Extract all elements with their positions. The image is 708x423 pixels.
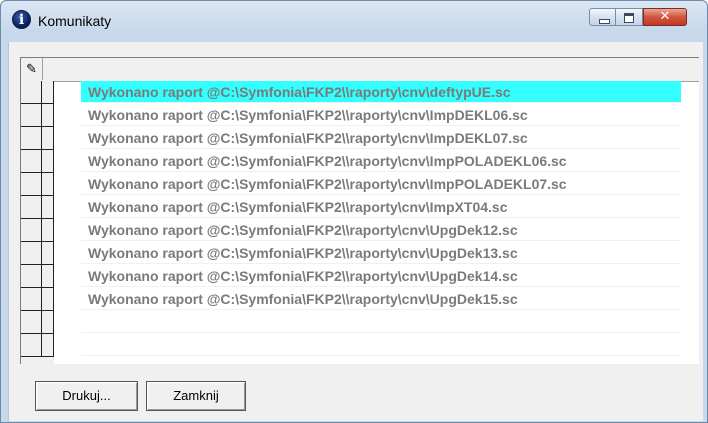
print-button[interactable]: Drukuj...: [35, 381, 138, 411]
close-button[interactable]: Zamknij: [146, 381, 246, 411]
indicator-divider: [41, 127, 42, 150]
row-indicator[interactable]: [21, 81, 54, 104]
maximize-icon: [624, 13, 634, 23]
indicator-divider: [41, 173, 42, 196]
table-row[interactable]: Wykonano raport @C:\Symfonia\FKP2\\rapor…: [81, 150, 681, 172]
indicator-divider: [41, 81, 42, 104]
row-indicator[interactable]: [21, 104, 54, 127]
minimize-button[interactable]: [589, 8, 616, 26]
table-row[interactable]: Wykonano raport @C:\Symfonia\FKP2\\rapor…: [81, 196, 681, 218]
minimize-icon: [599, 19, 610, 24]
row-indicator[interactable]: [21, 196, 54, 219]
table-row[interactable]: Wykonano raport @C:\Symfonia\FKP2\\rapor…: [81, 104, 681, 126]
indicator-divider: [41, 242, 42, 265]
row-indicator[interactable]: [21, 334, 54, 357]
table-row[interactable]: Wykonano raport @C:\Symfonia\FKP2\\rapor…: [81, 219, 681, 241]
row-indicator[interactable]: [21, 288, 54, 311]
messages-grid[interactable]: ✎ Wykonano raport @C:\Symfonia\FKP2\\rap…: [20, 57, 699, 364]
indicator-divider: [41, 334, 42, 357]
table-row[interactable]: Wykonano raport @C:\Symfonia\FKP2\\rapor…: [81, 127, 681, 149]
print-button-label: Drukuj...: [62, 388, 111, 403]
close-button-label: Zamknij: [173, 388, 219, 403]
indicator-divider: [41, 219, 42, 242]
table-row[interactable]: Wykonano raport @C:\Symfonia\FKP2\\rapor…: [81, 288, 681, 310]
row-indicator-column: [21, 81, 54, 364]
row-indicator[interactable]: [21, 173, 54, 196]
row-indicator[interactable]: [21, 242, 54, 265]
indicator-divider: [41, 104, 42, 127]
table-row[interactable]: [81, 311, 681, 333]
indicator-divider: [41, 150, 42, 173]
table-row[interactable]: Wykonano raport @C:\Symfonia\FKP2\\rapor…: [81, 173, 681, 195]
maximize-button[interactable]: [616, 8, 643, 26]
table-row[interactable]: Wykonano raport @C:\Symfonia\FKP2\\rapor…: [81, 242, 681, 264]
indicator-divider: [41, 311, 42, 334]
indicator-divider: [41, 288, 42, 311]
title-bar[interactable]: i Komunikaty ✕: [1, 1, 707, 41]
row-indicator[interactable]: [21, 311, 54, 334]
indicator-divider: [41, 196, 42, 219]
row-indicator[interactable]: [21, 127, 54, 150]
info-icon: i: [12, 10, 31, 29]
row-indicator[interactable]: [21, 150, 54, 173]
grid-header: ✎: [21, 58, 699, 82]
row-indicator[interactable]: [21, 265, 54, 288]
table-row[interactable]: [81, 334, 681, 356]
indicator-divider: [41, 265, 42, 288]
close-window-button[interactable]: ✕: [643, 8, 687, 26]
pencil-icon: ✎: [21, 58, 43, 80]
row-indicator[interactable]: [21, 219, 54, 242]
table-row[interactable]: Wykonano raport @C:\Symfonia\FKP2\\rapor…: [81, 265, 681, 287]
window-title: Komunikaty: [38, 13, 112, 29]
table-row[interactable]: Wykonano raport @C:\Symfonia\FKP2\\rapor…: [81, 81, 681, 103]
close-icon: ✕: [659, 9, 671, 24]
